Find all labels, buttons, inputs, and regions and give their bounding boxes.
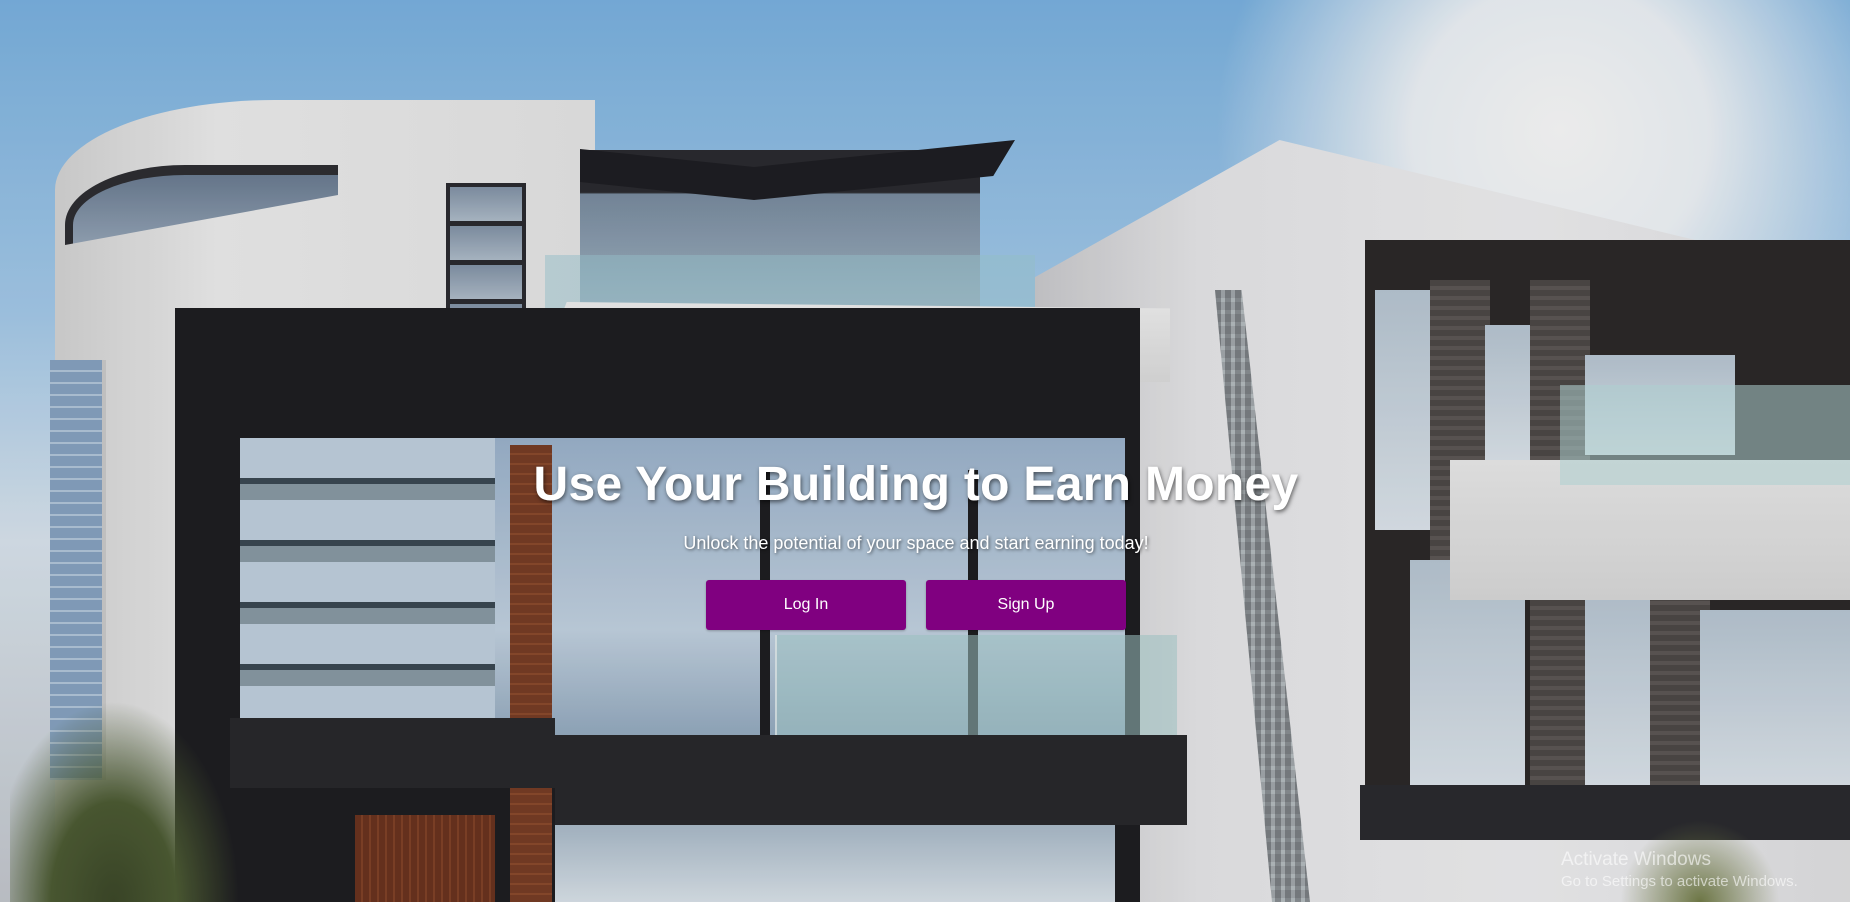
watermark-title: Activate Windows bbox=[1561, 849, 1711, 870]
hero-title: Use Your Building to Earn Money bbox=[533, 458, 1299, 511]
login-button[interactable]: Log In bbox=[706, 580, 906, 630]
hero-content: Use Your Building to Earn Money Unlock t… bbox=[0, 455, 1850, 630]
image-overlay bbox=[0, 0, 1850, 902]
hero-subtitle: Unlock the potential of your space and s… bbox=[683, 533, 1149, 553]
hero-section: Use Your Building to Earn Money Unlock t… bbox=[0, 0, 1850, 902]
hero-buttons: Log In Sign Up bbox=[0, 580, 1841, 630]
signup-button[interactable]: Sign Up bbox=[926, 580, 1126, 630]
watermark-subtitle: Go to Settings to activate Windows. bbox=[1561, 873, 1798, 890]
windows-activation-watermark: Activate Windows Go to Settings to activ… bbox=[1561, 848, 1798, 892]
